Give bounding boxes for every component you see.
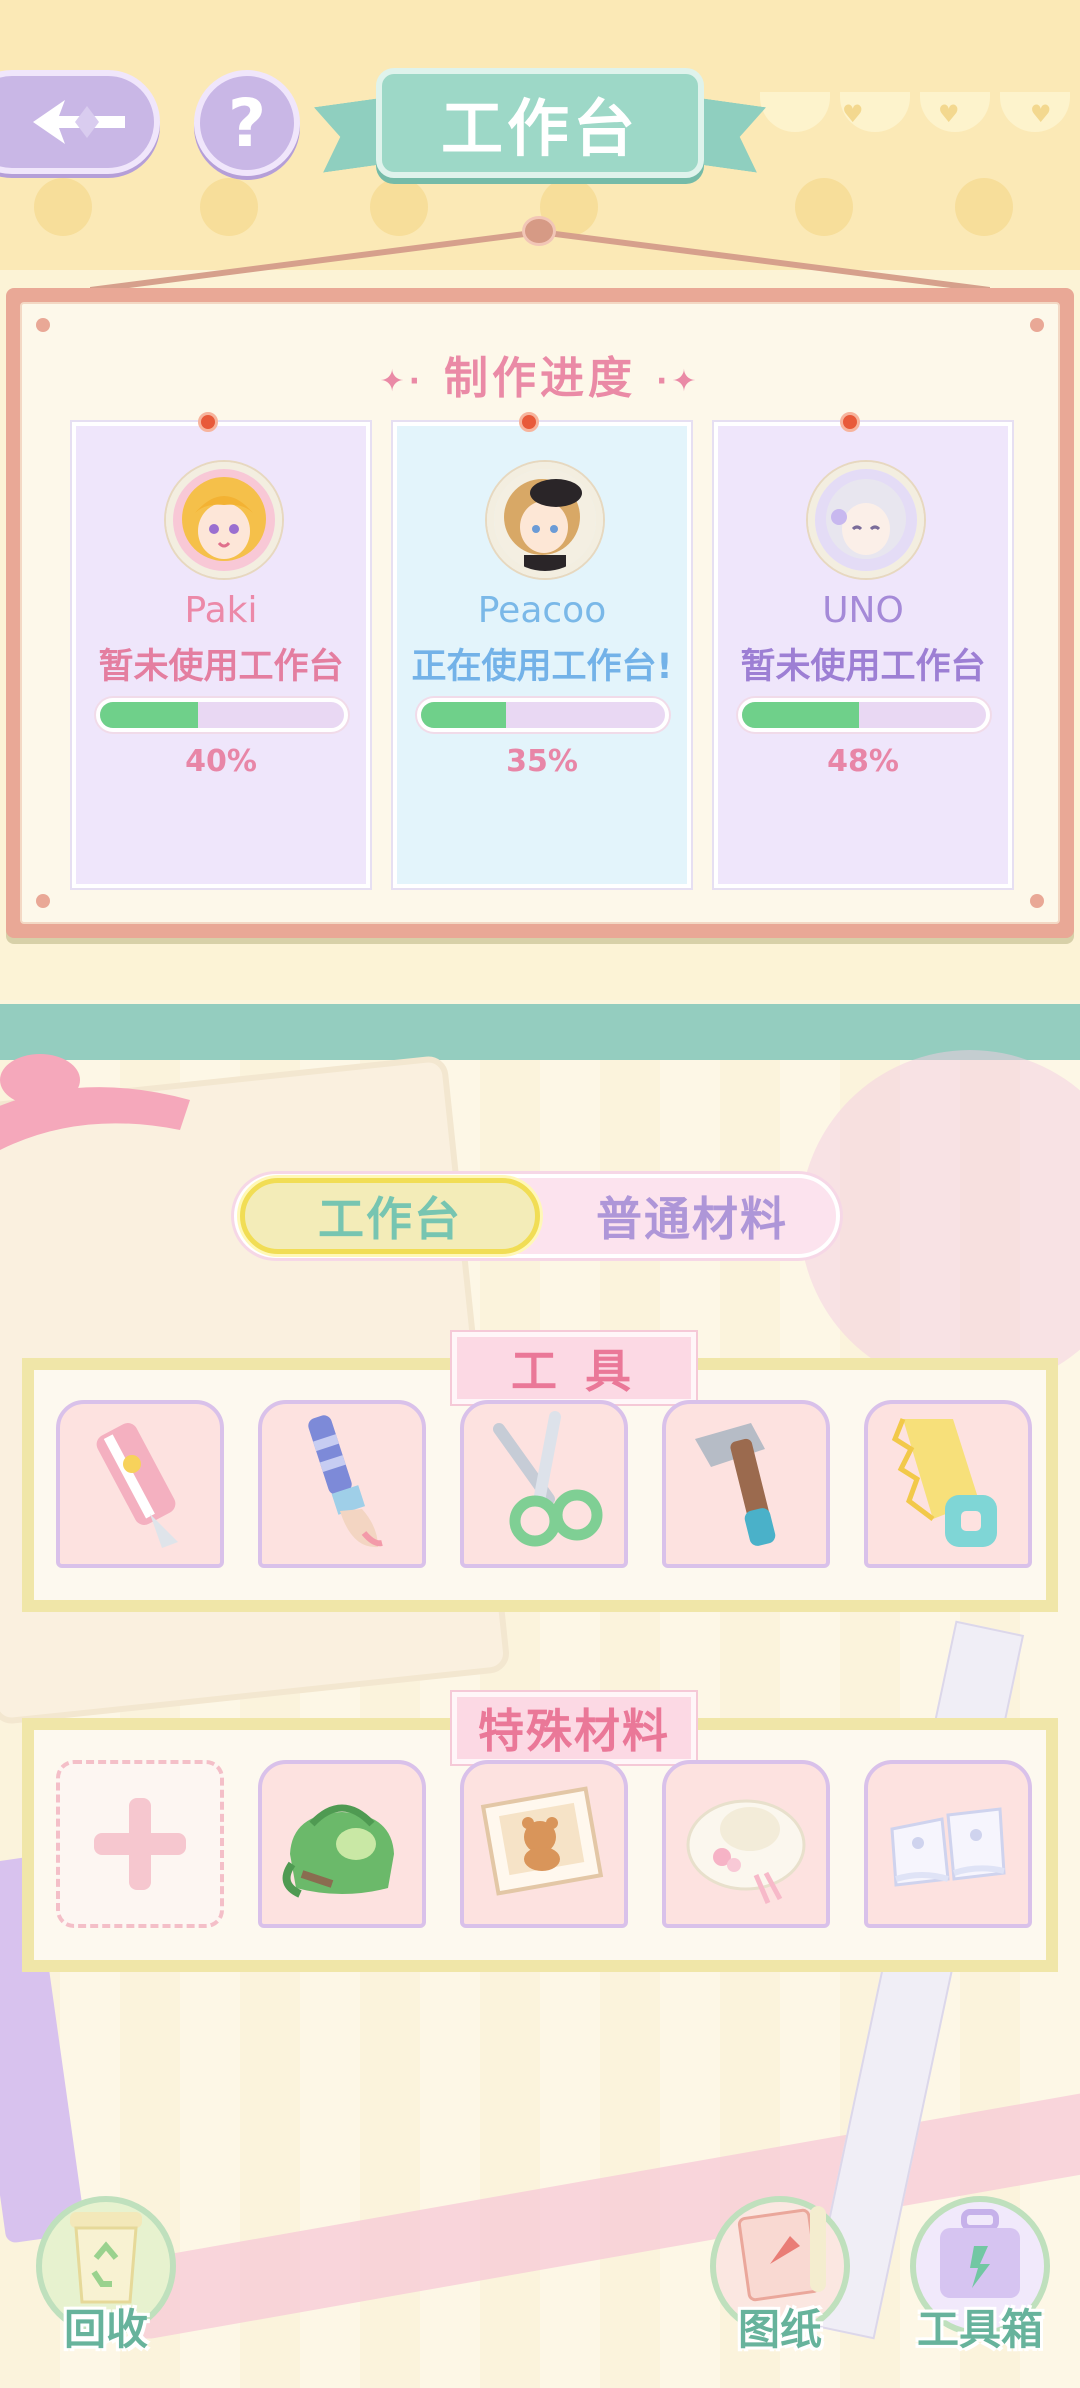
- box-cutter-icon: [96, 1423, 178, 1548]
- bear-picture-icon: [480, 1786, 604, 1896]
- progress-fill: [421, 702, 507, 728]
- blueprint-icon: [737, 2206, 826, 2302]
- sparkle-icon: ·✦: [656, 363, 701, 399]
- scissors-icon: [493, 1411, 603, 1547]
- material-slot-hat[interactable]: [662, 1760, 830, 1928]
- tool-slot-paintbrush[interactable]: [258, 1400, 426, 1568]
- tool-slot-saw[interactable]: [864, 1400, 1032, 1568]
- avatar: [808, 462, 924, 578]
- recycle-button[interactable]: 回收: [36, 2196, 176, 2354]
- avatar: [487, 462, 603, 578]
- hanging-pin: [522, 216, 556, 246]
- tools-panel-label: 工 具: [452, 1332, 696, 1404]
- back-arrow-icon: [33, 100, 125, 144]
- title-ribbon: 工作台: [318, 60, 762, 200]
- character-card-peacoo[interactable]: Peacoo 正在使用工作台! 35%: [393, 412, 691, 888]
- character-status: 正在使用工作台!: [411, 647, 673, 687]
- saw-icon: [891, 1418, 997, 1547]
- pin-icon: [198, 412, 218, 432]
- material-slot-picture[interactable]: [460, 1760, 628, 1928]
- add-material-slot[interactable]: [56, 1760, 224, 1928]
- progress-percent: 48%: [827, 744, 899, 779]
- back-button[interactable]: [0, 70, 160, 174]
- help-icon: ?: [227, 84, 267, 162]
- character-status: 暂未使用工作台: [98, 647, 344, 687]
- special-materials-panel: 特殊材料: [22, 1692, 1058, 1972]
- character-name: UNO: [822, 590, 904, 631]
- character-name: Peacoo: [477, 590, 607, 631]
- progress-bar: [417, 698, 669, 732]
- avatar: [166, 462, 282, 578]
- character-name: Paki: [184, 590, 258, 631]
- progress-percent: 40%: [185, 744, 257, 779]
- sparkle-icon: ✦·: [379, 363, 424, 399]
- progress-fill: [100, 702, 198, 728]
- progress-fill: [742, 702, 860, 728]
- lace-shoes-icon: [890, 1807, 1006, 1887]
- material-slot-bag[interactable]: [258, 1760, 426, 1928]
- progress-bar: [96, 698, 348, 732]
- material-slot-shoes[interactable]: [864, 1760, 1032, 1928]
- tab-normal-materials[interactable]: 普通材料: [542, 1178, 842, 1254]
- special-materials-label: 特殊材料: [452, 1692, 696, 1764]
- page-title: 工作台: [440, 92, 639, 165]
- tool-slot-box-cutter[interactable]: [56, 1400, 224, 1568]
- progress-bar: [738, 698, 990, 732]
- pin-icon: [840, 412, 860, 432]
- blueprints-button[interactable]: 图纸: [710, 2196, 850, 2354]
- progress-percent: 35%: [506, 744, 578, 779]
- tools-panel: 工 具: [22, 1332, 1058, 1612]
- hammer-icon: [695, 1423, 776, 1546]
- paintbrush-icon: [308, 1415, 383, 1548]
- board-title: ✦· 制作进度 ·✦: [379, 353, 701, 404]
- decorative-clip: [0, 1054, 190, 1150]
- green-bag-icon: [282, 1804, 394, 1898]
- character-status: 暂未使用工作台: [740, 647, 986, 687]
- help-button[interactable]: ?: [194, 70, 300, 176]
- tool-slot-scissors[interactable]: [460, 1400, 628, 1568]
- progress-board: ✦· 制作进度 ·✦ Paki 暂未使用工作台 40% Peacoo 正在使用工…: [6, 288, 1074, 938]
- pin-icon: [519, 412, 539, 432]
- tool-slot-hammer[interactable]: [662, 1400, 830, 1568]
- toolbox-icon: [940, 2209, 1020, 2298]
- toolbox-label: 工具箱: [916, 2305, 1043, 2354]
- character-card-uno[interactable]: UNO 暂未使用工作台 48%: [714, 412, 1012, 888]
- character-card-paki[interactable]: Paki 暂未使用工作台 40%: [72, 412, 370, 888]
- blueprints-label: 图纸: [737, 2305, 822, 2354]
- recycle-label: 回收: [63, 2305, 148, 2354]
- tab-workbench[interactable]: 工作台: [240, 1178, 540, 1254]
- recycle-bin-icon: [70, 2212, 142, 2304]
- flower-hat-icon: [686, 1799, 806, 1904]
- toolbox-button[interactable]: 工具箱: [910, 2196, 1050, 2354]
- tab-switcher: 工作台 普通材料: [234, 1174, 840, 1258]
